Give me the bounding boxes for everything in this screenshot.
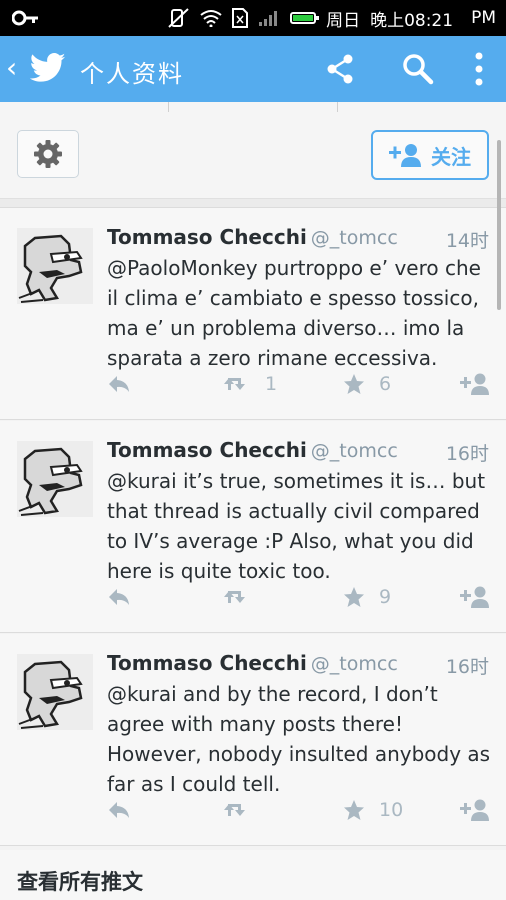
retweet-count: 1 <box>265 373 278 395</box>
page-title: 个人资料 <box>80 60 184 88</box>
favorite-count: 9 <box>379 586 392 608</box>
follow-label: 关注 <box>431 144 471 169</box>
favorite-button[interactable]: 10 <box>343 796 403 824</box>
mute-icon <box>168 8 189 28</box>
retweet-icon <box>224 591 245 603</box>
follow-author-button[interactable] <box>460 370 490 398</box>
retweet-button[interactable] <box>223 583 265 611</box>
tweet-actions: 9 <box>107 583 492 611</box>
scrollbar[interactable] <box>497 140 501 310</box>
gear-icon <box>34 140 62 168</box>
favorite-count: 10 <box>379 799 404 821</box>
tweet-text: @PaoloMonkey purtroppo e’ vero che il cl… <box>107 256 481 370</box>
tweet-author-handle[interactable]: @_tomcc <box>311 653 398 675</box>
signal-icon <box>259 11 278 26</box>
tweet[interactable]: Tommaso Checchi @_tomcc 16时 @kurai and by… <box>0 634 506 846</box>
twitter-bird-icon[interactable] <box>30 52 66 84</box>
tweet-text: @kurai and by the record, I don’t agree … <box>107 682 491 796</box>
status-day: 周日 <box>326 10 361 31</box>
follow-author-button[interactable] <box>460 796 490 824</box>
retweet-button[interactable]: 1 <box>223 370 277 398</box>
avatar[interactable] <box>17 654 93 730</box>
reply-icon <box>109 376 129 392</box>
tweet-timestamp: 16时 <box>445 443 489 465</box>
settings-button[interactable] <box>17 130 79 178</box>
battery-icon <box>290 12 320 24</box>
profile-actions: 关注 <box>0 112 506 199</box>
retweet-button[interactable] <box>223 796 265 824</box>
view-all-tweets-link[interactable]: 查看所有推文 <box>0 850 506 900</box>
avatar[interactable] <box>17 228 93 304</box>
tweet-author-name[interactable]: Tommaso Checchi <box>107 651 307 675</box>
star-icon <box>344 587 364 607</box>
sim-icon <box>232 8 249 28</box>
more-options-icon[interactable] <box>474 52 484 86</box>
status-bar: 周日 晚上08:21 PM <box>0 0 506 36</box>
section-divider <box>0 199 506 208</box>
back-arrow-icon[interactable]: ‹ <box>6 54 17 82</box>
tweet-author-name[interactable]: Tommaso Checchi <box>107 438 307 462</box>
favorite-button[interactable]: 6 <box>343 370 391 398</box>
retweet-icon <box>224 378 245 390</box>
tweet[interactable]: Tommaso Checchi @_tomcc 16时 @kurai it’s t… <box>0 421 506 633</box>
view-all-label: 查看所有推文 <box>17 870 143 894</box>
add-user-icon <box>460 586 489 608</box>
status-time: 晚上08:21 <box>370 10 454 31</box>
reply-button[interactable] <box>107 583 131 611</box>
tweet-author-name[interactable]: Tommaso Checchi <box>107 225 307 249</box>
reply-button[interactable] <box>107 796 131 824</box>
key-icon <box>12 10 38 26</box>
status-ampm: PM <box>471 8 496 28</box>
tweet-actions: 10 <box>107 796 492 824</box>
tweet[interactable]: Tommaso Checchi @_tomcc 14时 @PaoloMonkey … <box>0 208 506 420</box>
share-icon[interactable] <box>326 54 354 84</box>
tweet-actions: 1 6 <box>107 370 492 398</box>
add-user-icon <box>460 799 489 821</box>
tweet-text: @kurai it’s true, sometimes it is… but t… <box>107 469 486 583</box>
tweet-author-handle[interactable]: @_tomcc <box>311 227 398 249</box>
reply-icon <box>109 802 129 818</box>
tweet-timestamp: 16时 <box>445 656 489 678</box>
favorite-count: 6 <box>379 373 392 395</box>
add-user-icon <box>460 373 489 395</box>
follow-author-button[interactable] <box>460 583 490 611</box>
reply-button[interactable] <box>107 370 131 398</box>
app-bar: ‹ 个人资料 <box>0 36 506 102</box>
retweet-icon <box>224 804 245 816</box>
wifi-icon <box>200 10 222 27</box>
avatar[interactable] <box>17 441 93 517</box>
search-icon[interactable] <box>402 53 434 85</box>
add-user-icon <box>389 144 421 167</box>
follow-button[interactable]: 关注 <box>371 130 489 180</box>
tweet-author-handle[interactable]: @_tomcc <box>311 440 398 462</box>
star-icon <box>344 800 364 820</box>
star-icon <box>344 374 364 394</box>
favorite-button[interactable]: 9 <box>343 583 391 611</box>
tweet-timestamp: 14时 <box>445 230 489 252</box>
reply-icon <box>109 589 129 605</box>
